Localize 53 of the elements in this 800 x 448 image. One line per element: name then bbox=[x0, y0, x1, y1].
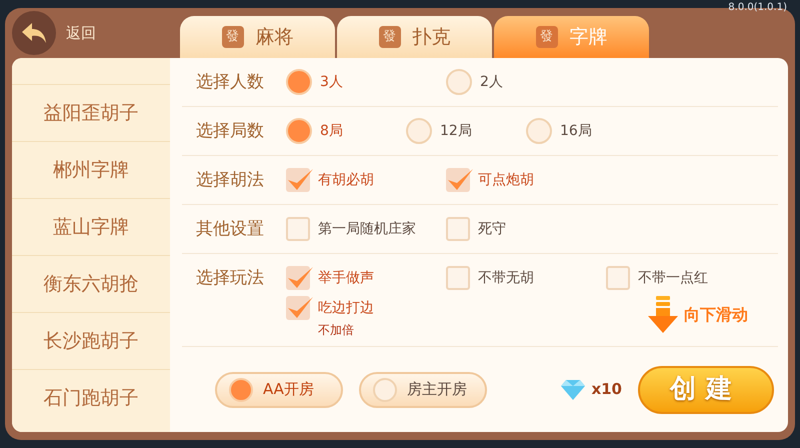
tab[interactable]: 發 字牌 bbox=[494, 16, 649, 58]
tab[interactable]: 發 麻将 bbox=[180, 16, 335, 58]
option-label: 选择局数 bbox=[195, 120, 265, 143]
option-text: 不带一点红 bbox=[638, 269, 708, 288]
sidebar-item[interactable]: 益阳歪胡子 bbox=[12, 84, 170, 141]
diamond-cost: x10 bbox=[591, 379, 622, 400]
sidebar-item[interactable]: 石门跑胡子 bbox=[12, 369, 170, 426]
option-label: 选择人数 bbox=[195, 71, 265, 94]
checkbox[interactable] bbox=[286, 266, 310, 290]
radio-button[interactable] bbox=[406, 118, 432, 144]
checkbox[interactable] bbox=[446, 168, 470, 192]
tab[interactable]: 發 扑克 bbox=[337, 16, 492, 58]
option-label: 其他设置 bbox=[195, 218, 265, 241]
sidebar-item[interactable]: 衡东六胡抢 bbox=[12, 255, 170, 312]
option-text: 16局 bbox=[560, 122, 592, 141]
option-text: 可点炮胡 bbox=[478, 171, 534, 190]
sidebar-item[interactable]: 蓝山字牌 bbox=[12, 198, 170, 255]
option-label: 选择玩法 bbox=[195, 267, 265, 290]
checkbox[interactable] bbox=[606, 266, 630, 290]
option-text: 有胡必胡 bbox=[318, 171, 374, 190]
option-label: 选择胡法 bbox=[195, 169, 265, 192]
tile-icon: 發 bbox=[378, 26, 400, 48]
back-label[interactable]: 返回 bbox=[66, 22, 136, 44]
option-text: 2人 bbox=[480, 73, 503, 92]
tile-icon: 發 bbox=[222, 26, 244, 48]
sidebar-item[interactable]: 长沙跑胡子 bbox=[12, 312, 170, 369]
back-arrow-icon bbox=[21, 22, 47, 44]
checkbox[interactable] bbox=[446, 217, 470, 241]
radio-button[interactable] bbox=[286, 118, 312, 144]
option-text: 死守 bbox=[478, 220, 506, 239]
option-note: 不加倍 bbox=[318, 323, 355, 337]
scroll-hint: 向下滑动 bbox=[684, 304, 748, 326]
sidebar-item[interactable]: 郴州字牌 bbox=[12, 141, 170, 198]
radio-button[interactable] bbox=[286, 69, 312, 95]
checkbox[interactable] bbox=[286, 296, 310, 320]
option-text: 第一局随机庄家 bbox=[318, 220, 416, 239]
option-text: 8局 bbox=[320, 122, 343, 141]
checkbox[interactable] bbox=[286, 168, 310, 192]
back-button[interactable] bbox=[12, 11, 56, 55]
option-text: 3人 bbox=[320, 73, 343, 92]
down-arrow-icon bbox=[648, 296, 678, 334]
option-text: 吃边打边 bbox=[318, 299, 374, 318]
option-text: 不带无胡 bbox=[478, 269, 534, 288]
checkbox[interactable] bbox=[286, 217, 310, 241]
radio-button[interactable] bbox=[446, 69, 472, 95]
checkbox[interactable] bbox=[446, 266, 470, 290]
option-text: 举手做声 bbox=[318, 269, 374, 288]
option-text: 12局 bbox=[440, 122, 472, 141]
tile-icon: 發 bbox=[536, 26, 558, 48]
diamond-icon bbox=[561, 380, 586, 400]
radio-button[interactable] bbox=[526, 118, 552, 144]
room-mode-button[interactable]: 房主开房 bbox=[359, 372, 487, 408]
room-mode-button[interactable]: AA开房 bbox=[215, 372, 343, 408]
